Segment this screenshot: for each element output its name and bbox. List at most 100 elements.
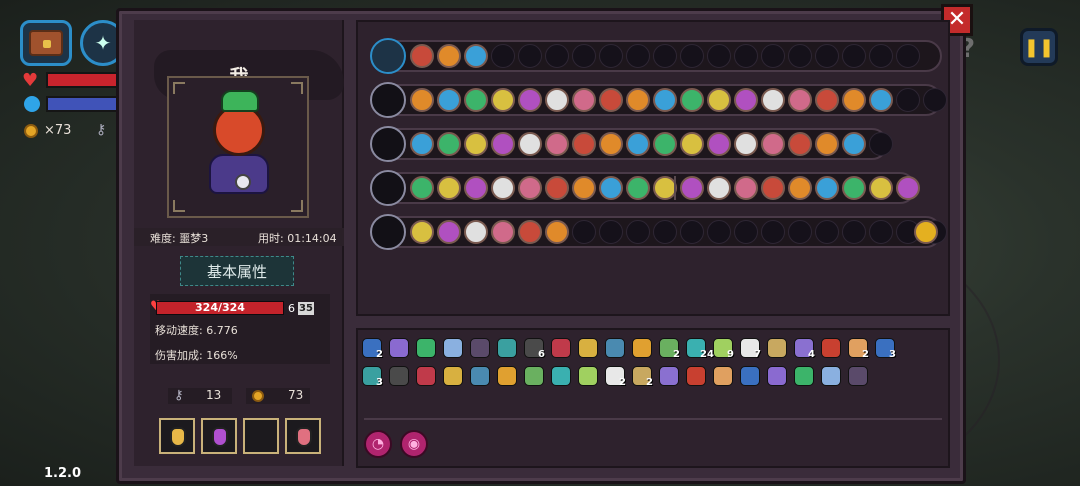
spell-slot[interactable]: [842, 176, 866, 200]
spell-slot[interactable]: [599, 44, 623, 68]
spell-slot[interactable]: [491, 176, 515, 200]
spell-slot[interactable]: [626, 176, 650, 200]
spell-slot[interactable]: [707, 176, 731, 200]
spell-slot[interactable]: [707, 132, 731, 156]
spell-slot[interactable]: [842, 132, 866, 156]
spell-slot[interactable]: [545, 88, 569, 112]
spell-slot[interactable]: [464, 44, 488, 68]
spell-slot[interactable]: [788, 88, 812, 112]
spell-slot[interactable]: [788, 176, 812, 200]
inventory-item-icon[interactable]: [497, 338, 517, 358]
basic-attributes-tab[interactable]: 基本属性: [180, 256, 294, 286]
spell-slot[interactable]: [842, 44, 866, 68]
skill-slot-1[interactable]: ◔: [364, 430, 392, 458]
spell-slot[interactable]: [518, 132, 542, 156]
inventory-item-icon[interactable]: [578, 366, 598, 386]
spell-slot[interactable]: [626, 44, 650, 68]
pause-button[interactable]: ❚❚: [1020, 28, 1058, 66]
spell-slot[interactable]: [734, 88, 758, 112]
potion-slot-2[interactable]: [201, 418, 237, 454]
spell-slot[interactable]: [869, 132, 893, 156]
spell-slot[interactable]: [626, 220, 650, 244]
spell-slot[interactable]: [815, 220, 839, 244]
spell-slot[interactable]: [464, 88, 488, 112]
spell-slot[interactable]: [410, 176, 434, 200]
potion-slot-4[interactable]: [285, 418, 321, 454]
spell-slot[interactable]: [734, 132, 758, 156]
spell-slot[interactable]: [680, 220, 704, 244]
inventory-item-icon[interactable]: [632, 338, 652, 358]
spell-slot[interactable]: [572, 176, 596, 200]
spell-slot[interactable]: [653, 44, 677, 68]
spell-slot[interactable]: [896, 176, 920, 200]
spell-slot[interactable]: [518, 44, 542, 68]
inventory-item-icon[interactable]: [713, 366, 733, 386]
spell-slot[interactable]: [869, 220, 893, 244]
spell-slot[interactable]: [707, 220, 731, 244]
spell-slot[interactable]: [707, 44, 731, 68]
spell-slot[interactable]: [761, 132, 785, 156]
inventory-item-icon[interactable]: [767, 366, 787, 386]
hud-chest-button[interactable]: [20, 20, 72, 66]
spell-slot[interactable]: [869, 44, 893, 68]
chest-icon[interactable]: [370, 38, 406, 74]
staff-spiked-icon[interactable]: [370, 82, 406, 118]
spell-slot[interactable]: [815, 44, 839, 68]
spell-slot[interactable]: [761, 44, 785, 68]
spell-slot[interactable]: [572, 220, 596, 244]
spell-slot[interactable]: [734, 220, 758, 244]
spell-slot[interactable]: [788, 220, 812, 244]
inventory-item-icon[interactable]: [740, 366, 760, 386]
spell-slot[interactable]: [680, 132, 704, 156]
star-wand-icon[interactable]: [370, 214, 406, 250]
spell-slot[interactable]: [788, 44, 812, 68]
spell-slot[interactable]: [788, 132, 812, 156]
inventory-item-icon[interactable]: [821, 338, 841, 358]
spell-slot[interactable]: [626, 88, 650, 112]
potion-slot-1[interactable]: [159, 418, 195, 454]
coin-spell-slot[interactable]: [914, 220, 938, 244]
spell-slot[interactable]: [815, 88, 839, 112]
spell-slot[interactable]: [653, 132, 677, 156]
spell-slot[interactable]: [464, 220, 488, 244]
spell-slot[interactable]: [572, 132, 596, 156]
inventory-item-icon[interactable]: [551, 338, 571, 358]
green-branch-staff-icon[interactable]: [370, 126, 406, 162]
inventory-item-icon[interactable]: [821, 366, 841, 386]
spell-slot[interactable]: [491, 88, 515, 112]
inventory-item-icon[interactable]: [416, 338, 436, 358]
inventory-item-icon[interactable]: [686, 366, 706, 386]
spell-slot[interactable]: [545, 44, 569, 68]
spell-slot[interactable]: [734, 176, 758, 200]
spell-slot[interactable]: [437, 132, 461, 156]
skill-slot-2[interactable]: ◉: [400, 430, 428, 458]
spell-slot[interactable]: [599, 220, 623, 244]
inventory-item-icon[interactable]: [524, 366, 544, 386]
spell-slot[interactable]: [869, 176, 893, 200]
inventory-item-icon[interactable]: [497, 366, 517, 386]
spell-slot[interactable]: [410, 44, 434, 68]
spell-slot[interactable]: [410, 220, 434, 244]
inventory-item-icon[interactable]: [470, 338, 490, 358]
spell-slot[interactable]: [896, 44, 920, 68]
spell-slot[interactable]: [572, 44, 596, 68]
spell-slot[interactable]: [599, 132, 623, 156]
spell-slot[interactable]: [869, 88, 893, 112]
spell-slot[interactable]: [464, 132, 488, 156]
inventory-item-icon[interactable]: [767, 338, 787, 358]
inventory-item-icon[interactable]: [416, 366, 436, 386]
inventory-item-icon[interactable]: [443, 338, 463, 358]
spell-slot[interactable]: [653, 88, 677, 112]
inventory-item-icon[interactable]: [578, 338, 598, 358]
spell-slot[interactable]: [707, 88, 731, 112]
inventory-item-icon[interactable]: [443, 366, 463, 386]
inventory-item-icon[interactable]: [659, 366, 679, 386]
inventory-item-icon[interactable]: [605, 338, 625, 358]
spell-slot[interactable]: [761, 220, 785, 244]
spell-slot[interactable]: [626, 132, 650, 156]
spell-slot[interactable]: [815, 176, 839, 200]
spell-slot[interactable]: [491, 132, 515, 156]
spell-slot[interactable]: [545, 132, 569, 156]
spell-slot[interactable]: [680, 88, 704, 112]
spell-slot[interactable]: [572, 88, 596, 112]
